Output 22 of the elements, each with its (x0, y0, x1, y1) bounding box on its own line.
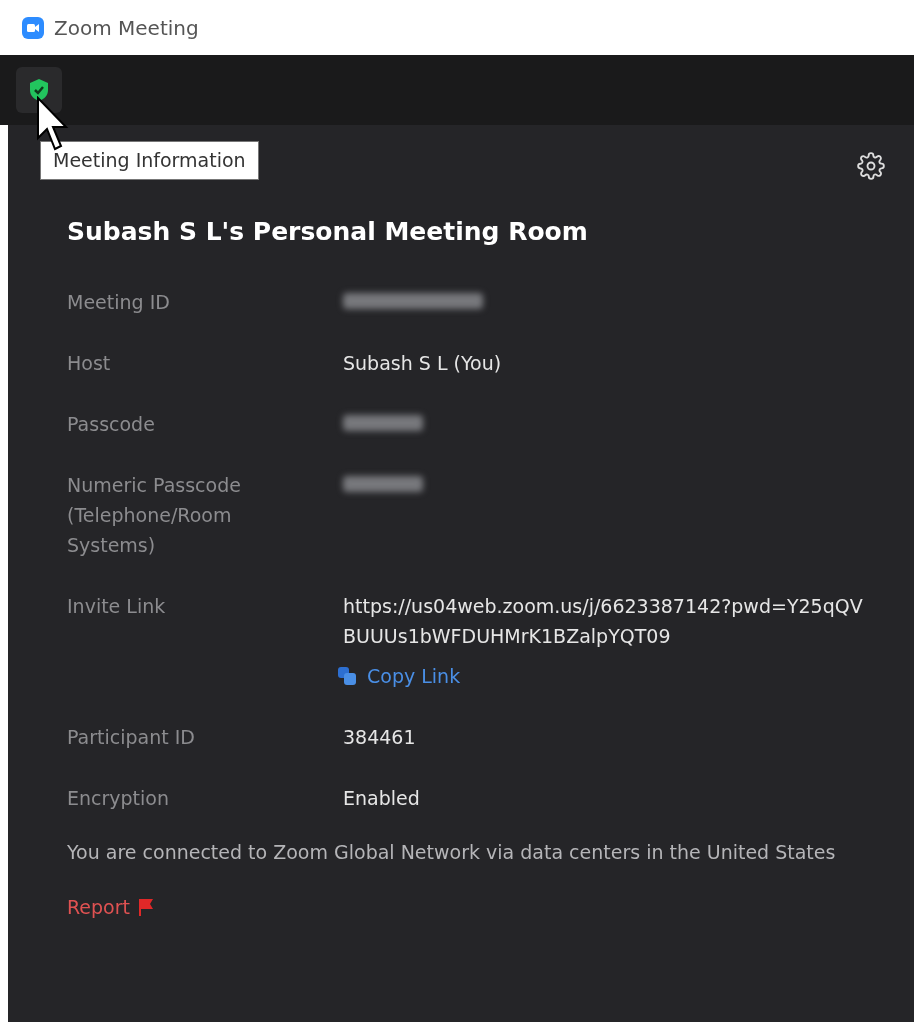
shield-check-icon (28, 78, 50, 102)
flag-icon (138, 897, 154, 916)
copy-icon (337, 665, 357, 686)
field-label: Encryption (67, 785, 170, 811)
copy-link-button[interactable]: Copy Link (337, 660, 863, 691)
report-button[interactable]: Report (67, 892, 154, 921)
field-label: Passcode (67, 411, 156, 437)
tooltip: Meeting Information (40, 141, 259, 180)
settings-icon[interactable] (857, 152, 885, 180)
field-label: Invite Link (67, 593, 167, 619)
field-label: Numeric Passcode (Telephone/Room Systems) (67, 472, 242, 558)
field-label: Host (67, 350, 112, 376)
field-label: Meeting ID (67, 289, 171, 315)
network-note: You are connected to Zoom Global Network via data centers in the United States (67, 839, 837, 865)
meeting-info-button[interactable] (16, 67, 62, 113)
panel-title: Subash S L's Personal Meeting Room (67, 216, 589, 248)
field-value: Subash S L (You) (343, 351, 502, 374)
field-label: Participant ID (67, 724, 196, 750)
field-value: Enabled (343, 786, 420, 809)
window-title: Zoom Meeting (54, 14, 199, 42)
field-value: 384461 (343, 725, 416, 748)
camera-logo-icon (22, 16, 44, 39)
